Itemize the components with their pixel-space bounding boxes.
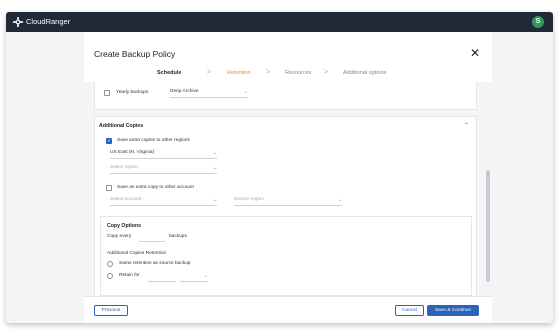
region-copy-label: Save extra copies to other regions — [117, 138, 190, 143]
region-select-1[interactable]: US East (N. Virginia) ⌄ — [110, 149, 217, 159]
copy-options-title: Copy Options — [107, 223, 142, 229]
yearly-storage-class-select[interactable]: Deep Archive ⌄ — [170, 88, 248, 98]
chevron-up-icon[interactable]: ⌃ — [464, 122, 469, 129]
dialog-title: Create Backup Policy — [94, 49, 176, 59]
account-copy-label: Save an extra copy to other account — [117, 185, 194, 190]
step-separator: > — [266, 69, 271, 76]
same-retention-radio[interactable] — [107, 261, 113, 267]
create-backup-policy-dialog: Create Backup Policy ✕ Schedule > Retent… — [84, 32, 492, 323]
chevron-down-icon: ⌄ — [212, 150, 217, 156]
retain-for-unit-select[interactable]: ⌄ — [180, 272, 208, 282]
step-retention[interactable]: Retention — [227, 70, 251, 76]
stepper: Schedule > Retention > Resources > Addit… — [84, 66, 492, 80]
chevron-down-icon: ⌄ — [212, 197, 217, 203]
retention-title: Additional Copies Retention — [107, 251, 167, 256]
step-schedule[interactable]: Schedule — [157, 70, 181, 76]
previous-button[interactable]: Previous — [94, 305, 128, 316]
region-select-2-placeholder: Select region — [110, 165, 138, 170]
avatar[interactable]: S — [532, 16, 544, 28]
dialog-content: Yearly backups Deep Archive ⌄ Additional… — [84, 82, 492, 296]
copy-every-input[interactable] — [139, 234, 165, 242]
copy-every-label: Copy every — [107, 234, 132, 239]
step-resources[interactable]: Resources — [285, 70, 311, 76]
additional-copies-card: Additional Copies ⌃ ✓ Save extra copies … — [94, 116, 477, 296]
yearly-backups-checkbox[interactable] — [104, 90, 110, 96]
source-region-select[interactable]: Source region ⌄ — [234, 196, 342, 206]
region-select-1-value: US East (N. Virginia) — [110, 150, 155, 155]
region-copy-checkbox[interactable]: ✓ — [106, 138, 112, 144]
retain-for-radio[interactable] — [107, 273, 113, 279]
copy-options-card: Copy Options Copy every backups Addition… — [100, 216, 472, 296]
chevron-down-icon: ⌄ — [337, 197, 342, 203]
account-select[interactable]: Select account ⌄ — [110, 196, 217, 206]
yearly-storage-class-value: Deep Archive — [170, 89, 199, 94]
scrollbar-thumb[interactable] — [486, 170, 490, 282]
same-retention-label: Same retention as source backup — [119, 261, 191, 266]
app-name: CloudRanger — [26, 17, 71, 26]
scrollbar[interactable] — [486, 82, 490, 296]
chevron-down-icon: ⌄ — [243, 89, 248, 95]
region-select-2[interactable]: Select region ⌄ — [110, 164, 217, 174]
account-select-placeholder: Select account — [110, 197, 142, 202]
step-additional-options[interactable]: Additional options — [343, 70, 386, 76]
retain-for-label: Retain for — [119, 273, 140, 278]
save-continue-button[interactable]: Save & Continue — [427, 305, 479, 316]
close-icon[interactable]: ✕ — [470, 46, 480, 60]
step-separator: > — [324, 69, 329, 76]
backups-label: backups — [169, 234, 187, 239]
cloudranger-logo-icon — [13, 17, 23, 27]
retain-for-value-input[interactable] — [148, 274, 176, 282]
account-copy-checkbox[interactable] — [106, 185, 112, 191]
dialog-footer: Previous Cancel Save & Continue — [84, 296, 492, 323]
chevron-down-icon: ⌄ — [212, 165, 217, 171]
chevron-down-icon: ⌄ — [203, 273, 208, 279]
step-separator: > — [207, 69, 212, 76]
retention-card: Yearly backups Deep Archive ⌄ — [94, 82, 477, 110]
cancel-button[interactable]: Cancel — [395, 305, 424, 316]
yearly-backups-label: Yearly backups — [116, 90, 149, 95]
top-bar: CloudRanger S — [6, 12, 553, 32]
source-region-placeholder: Source region — [234, 197, 264, 202]
app-window: CloudRanger S Create Backup Policy ✕ Sch… — [6, 12, 553, 323]
additional-copies-header: Additional Copies — [99, 123, 144, 129]
